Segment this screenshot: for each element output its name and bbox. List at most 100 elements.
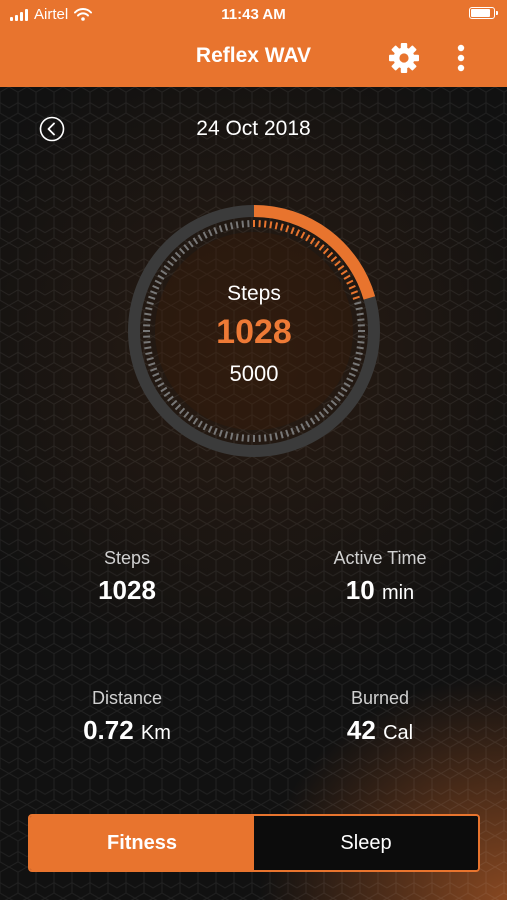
tab-sleep[interactable]: Sleep: [254, 816, 478, 870]
ring-tick: [207, 229, 213, 237]
ring-tick: [334, 395, 341, 402]
ring-tick: [285, 429, 290, 437]
ring-label: Steps: [227, 282, 281, 305]
ring-tick: [241, 220, 245, 228]
ring-tick: [305, 234, 311, 242]
ring-tick: [167, 395, 174, 402]
ring-tick: [322, 407, 330, 415]
stat-burned-row: 42 Cal: [280, 715, 480, 746]
ring-tick: [183, 411, 190, 418]
ring-tick: [279, 431, 284, 439]
ring-tick: [160, 269, 168, 276]
ring-tick: [295, 229, 301, 237]
tab-fitness[interactable]: Fitness: [30, 816, 254, 870]
ring-tick: [145, 351, 153, 356]
ring-tick: [202, 423, 208, 431]
ring-tick: [322, 247, 330, 255]
ring-tick: [330, 255, 338, 263]
ring-tick: [314, 414, 321, 422]
settings-gear-icon[interactable]: [387, 41, 421, 75]
ring-tick: [229, 222, 234, 230]
ring-tick: [174, 403, 182, 411]
ring-tick: [337, 391, 345, 398]
ring-tick: [170, 399, 178, 407]
ring-tick: [163, 264, 171, 271]
selected-date: 24 Oct 2018: [196, 117, 311, 140]
ring-tick: [269, 221, 273, 229]
ring-tick: [207, 425, 213, 433]
app-title: Reflex WAV: [195, 44, 312, 67]
ring-tick: [279, 223, 284, 231]
ring-tick: [202, 231, 208, 239]
status-time: 11:43 AM: [221, 6, 286, 23]
ring-tick: [229, 432, 234, 440]
ring-tick: [157, 274, 165, 280]
stat-active-time-unit: min: [381, 582, 415, 604]
ring-tick: [326, 251, 334, 259]
ring-tick: [326, 403, 334, 411]
main-content: 24 Oct 2018 Steps 1028 5000 Steps 1028 A…: [0, 87, 507, 900]
ring-tick: [167, 260, 174, 267]
stat-active-time-label: Active Time: [333, 548, 427, 568]
ring-tick: [300, 423, 306, 431]
ring-tick: [355, 351, 363, 356]
ring-tick: [314, 240, 321, 248]
ring-tick: [285, 225, 290, 233]
ring-tick: [187, 240, 194, 248]
ring-tick: [170, 255, 178, 263]
ring-tick: [305, 420, 311, 428]
ring-tick: [354, 356, 362, 361]
ring-tick: [355, 306, 363, 311]
ring-tick: [174, 251, 182, 259]
ring-tick: [178, 247, 186, 255]
ring-tick: [295, 425, 301, 433]
ring-tick: [224, 431, 229, 439]
ring-tick: [197, 234, 203, 242]
ring-tick: [146, 356, 154, 361]
ring-tick: [235, 433, 239, 441]
stat-distance: Distance 0.72 Km: [27, 688, 227, 746]
ring-tick: [163, 391, 171, 398]
battery-icon: [469, 7, 498, 19]
ring-tick: [343, 274, 351, 280]
ring-tick: [197, 420, 203, 428]
ring-tick: [263, 434, 267, 442]
ring-tick: [192, 417, 199, 425]
status-bar: Airtel 11:43 AM: [0, 0, 507, 30]
ring-tick: [218, 225, 223, 233]
mode-tabs: Fitness Sleep: [28, 814, 480, 872]
ring-tick: [274, 432, 279, 440]
ring-tick: [263, 220, 267, 228]
stat-distance-unit: Km: [140, 722, 171, 744]
ring-tick: [235, 221, 239, 229]
ring-goal-value: 5000: [229, 361, 279, 386]
ring-tick: [309, 237, 316, 245]
ring-tick: [340, 386, 348, 393]
stat-distance-value: 0.72: [83, 715, 134, 745]
stat-steps-label: Steps: [103, 548, 151, 568]
ring-tick: [318, 244, 325, 251]
stat-distance-label: Distance: [91, 688, 163, 708]
ring-tick: [218, 429, 223, 437]
stat-burned: Burned 42 Cal: [280, 688, 480, 746]
ring-tick: [145, 306, 153, 311]
ring-tick: [241, 434, 245, 442]
stat-distance-row: 0.72 Km: [27, 715, 227, 746]
stat-active-time: Active Time 10 min: [280, 548, 480, 606]
stat-steps: Steps 1028: [27, 548, 227, 606]
ring-tick: [309, 417, 316, 425]
ring-steps-value: 1028: [216, 313, 292, 351]
ring-tick: [178, 407, 186, 415]
stat-active-time-value: 10: [345, 575, 375, 605]
ring-tick: [290, 227, 295, 235]
ring-tick: [183, 244, 190, 251]
ring-tick: [337, 264, 345, 271]
stat-burned-unit: Cal: [383, 722, 414, 744]
ring-tick: [334, 260, 341, 267]
ring-tick: [340, 269, 348, 276]
more-options-icon[interactable]: [452, 42, 470, 74]
ring-tick: [269, 433, 273, 441]
stat-active-time-row: 10 min: [280, 575, 480, 606]
ring-tick: [274, 222, 279, 230]
ring-tick: [330, 399, 338, 407]
